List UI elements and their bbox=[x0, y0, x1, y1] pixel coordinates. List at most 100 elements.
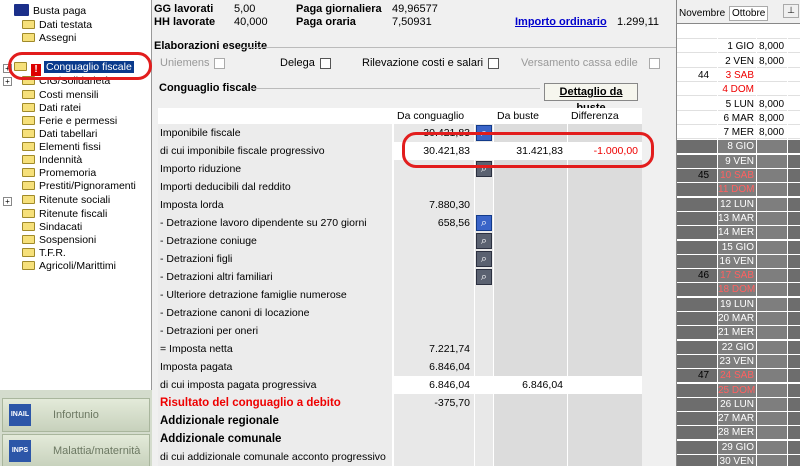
tree-item-sospensioni[interactable]: Sospensioni bbox=[22, 233, 96, 247]
differenza-cell bbox=[568, 340, 642, 358]
folder-icon bbox=[22, 168, 35, 177]
calendar-day-row[interactable]: 5 LUN 8,000 bbox=[677, 97, 800, 112]
tree-item-agricoli-marittimi[interactable]: Agricoli/Marittimi bbox=[22, 259, 116, 273]
da-conguaglio-cell[interactable] bbox=[394, 448, 474, 466]
da-conguaglio-cell[interactable] bbox=[394, 268, 474, 286]
expand-icon[interactable]: + bbox=[3, 77, 12, 86]
detail-cell bbox=[475, 430, 493, 448]
day-label bbox=[718, 26, 756, 39]
calendar-day-row[interactable]: 23 VEN bbox=[677, 354, 800, 369]
calendar-day-row[interactable]: 44 3 SAB bbox=[677, 68, 800, 83]
tree-item-busta-paga[interactable]: Busta paga bbox=[14, 4, 86, 18]
calendar-day-row[interactable]: 19 LUN bbox=[677, 297, 800, 312]
detail-cell bbox=[475, 178, 493, 196]
hours-value bbox=[757, 283, 787, 297]
calendar-day-row[interactable]: 26 LUN bbox=[677, 397, 800, 412]
calendar-day-row[interactable]: 47 24 SAB bbox=[677, 369, 800, 383]
calendar-day-row[interactable]: 9 VEN bbox=[677, 154, 800, 169]
tab-novembre[interactable]: Novembre bbox=[679, 8, 725, 19]
dettaglio-buste-button[interactable]: Dettaglio da buste bbox=[544, 83, 638, 114]
zoom-icon[interactable]: ⌕ bbox=[476, 233, 492, 249]
extra-cell bbox=[788, 126, 800, 140]
tree-item-dati-ratei[interactable]: Dati ratei bbox=[22, 101, 81, 115]
da-conguaglio-cell[interactable] bbox=[394, 286, 474, 304]
calendar-day-row[interactable]: 18 DOM bbox=[677, 283, 800, 297]
calendar-day-row[interactable]: 22 GIO bbox=[677, 340, 800, 355]
da-conguaglio-cell[interactable] bbox=[394, 304, 474, 322]
folder-icon bbox=[22, 20, 35, 29]
calendar-day-row[interactable]: 14 MER bbox=[677, 226, 800, 240]
tab-ottobre[interactable]: Ottobre bbox=[729, 6, 769, 21]
rilevazione-checkbox[interactable] bbox=[488, 58, 499, 69]
uniemens-label: Uniemens bbox=[160, 57, 210, 69]
calendar-day-row[interactable]: 13 MAR bbox=[677, 211, 800, 226]
folder-icon bbox=[22, 142, 35, 151]
da-conguaglio-cell[interactable]: -375,70 bbox=[394, 394, 474, 412]
hours-value bbox=[757, 169, 787, 182]
calendar-day-row[interactable]: 8 GIO bbox=[677, 140, 800, 154]
zoom-icon[interactable]: ⌕ bbox=[476, 251, 492, 267]
calendar-day-row[interactable]: 20 MAR bbox=[677, 312, 800, 326]
tree-item-dati-tabellari[interactable]: Dati tabellari bbox=[22, 127, 97, 141]
scroll-arrows-icon[interactable]: ⊥ bbox=[783, 4, 799, 18]
calendar-day-row[interactable]: 30 VEN bbox=[677, 455, 800, 466]
da-conguaglio-cell[interactable]: 6.846,04 bbox=[394, 358, 474, 376]
calendar-day-row[interactable]: 28 MER bbox=[677, 426, 800, 440]
calendar-day-row[interactable]: 1 GIO 8,000 bbox=[677, 40, 800, 54]
tree-item-sindacati[interactable]: Sindacati bbox=[22, 220, 82, 234]
expand-icon[interactable]: + bbox=[3, 197, 12, 206]
calendar-day-row[interactable]: 11 DOM bbox=[677, 183, 800, 197]
tree-item-promemoria[interactable]: Promemoria bbox=[22, 166, 96, 180]
calendar-day-row[interactable]: 29 GIO bbox=[677, 440, 800, 455]
versamento-checkbox[interactable] bbox=[649, 58, 660, 69]
tree-item-tfr[interactable]: T.F.R. bbox=[22, 246, 66, 260]
calendar-day-row[interactable]: 6 MAR 8,000 bbox=[677, 111, 800, 126]
tree-item-prestiti[interactable]: Prestiti/Pignoramenti bbox=[22, 179, 136, 193]
tree-item-ferie-permessi[interactable]: Ferie e permessi bbox=[22, 114, 117, 128]
calendar-day-row[interactable]: 27 MAR bbox=[677, 412, 800, 426]
calendar-day-row[interactable]: 15 GIO bbox=[677, 240, 800, 255]
hours-value bbox=[757, 68, 787, 82]
zoom-icon[interactable]: ⌕ bbox=[476, 215, 492, 231]
da-conguaglio-cell[interactable]: 6.846,04 bbox=[394, 376, 474, 394]
infortunio-button[interactable]: INAIL Infortunio bbox=[2, 398, 150, 432]
table-row: Risultato del conguaglio a debito -375,70 bbox=[158, 394, 642, 412]
delega-checkbox[interactable] bbox=[320, 58, 331, 69]
da-conguaglio-cell[interactable]: 7.221,74 bbox=[394, 340, 474, 358]
detail-cell: ⌕ bbox=[475, 268, 493, 286]
calendar-day-row[interactable]: 4 DOM bbox=[677, 83, 800, 97]
da-conguaglio-cell[interactable] bbox=[394, 412, 474, 430]
uniemens-checkbox[interactable] bbox=[214, 58, 225, 69]
calendar-day-row[interactable]: 46 17 SAB bbox=[677, 269, 800, 283]
da-conguaglio-cell[interactable] bbox=[394, 322, 474, 340]
calendar-day-row[interactable]: 16 VEN bbox=[677, 254, 800, 269]
tree-item-indennita[interactable]: Indennità bbox=[22, 153, 82, 167]
calendar-day-row[interactable]: 45 10 SAB bbox=[677, 169, 800, 183]
da-conguaglio-cell[interactable] bbox=[394, 430, 474, 448]
tree-item-ritenute-fiscali[interactable]: Ritenute fiscali bbox=[22, 207, 107, 221]
da-conguaglio-cell[interactable] bbox=[394, 232, 474, 250]
tree-item-dati-testata[interactable]: Dati testata bbox=[22, 18, 92, 32]
calendar-day-row[interactable]: 12 LUN bbox=[677, 197, 800, 212]
tree-item-elementi-fissi[interactable]: Elementi fissi bbox=[22, 140, 101, 154]
table-row: Addizionale comunale bbox=[158, 430, 642, 448]
malattia-button[interactable]: INPS Malattia/maternità bbox=[2, 434, 150, 466]
calendar-day-row[interactable] bbox=[677, 26, 800, 40]
folder-icon bbox=[22, 261, 35, 270]
tree-item-ritenute-sociali[interactable]: Ritenute sociali bbox=[22, 193, 110, 207]
zoom-icon[interactable]: ⌕ bbox=[476, 269, 492, 285]
calendar-day-row[interactable]: 7 MER 8,000 bbox=[677, 126, 800, 140]
da-conguaglio-cell[interactable]: 7.880,30 bbox=[394, 196, 474, 214]
week-number bbox=[677, 312, 717, 325]
da-conguaglio-cell[interactable]: 658,56 bbox=[394, 214, 474, 232]
calendar-day-row[interactable]: 25 DOM bbox=[677, 383, 800, 398]
week-number: 47 bbox=[677, 369, 717, 383]
importo-ordinario-link[interactable]: Importo ordinario bbox=[515, 16, 607, 28]
tree-item-assegni[interactable]: Assegni bbox=[22, 33, 76, 45]
calendar-day-row[interactable]: 21 MER bbox=[677, 326, 800, 340]
day-label: 14 MER bbox=[718, 226, 756, 240]
tree-item-costi-mensili[interactable]: Costi mensili bbox=[22, 88, 99, 102]
calendar-day-row[interactable]: 2 VEN 8,000 bbox=[677, 54, 800, 69]
da-conguaglio-cell[interactable] bbox=[394, 178, 474, 196]
da-conguaglio-cell[interactable] bbox=[394, 250, 474, 268]
